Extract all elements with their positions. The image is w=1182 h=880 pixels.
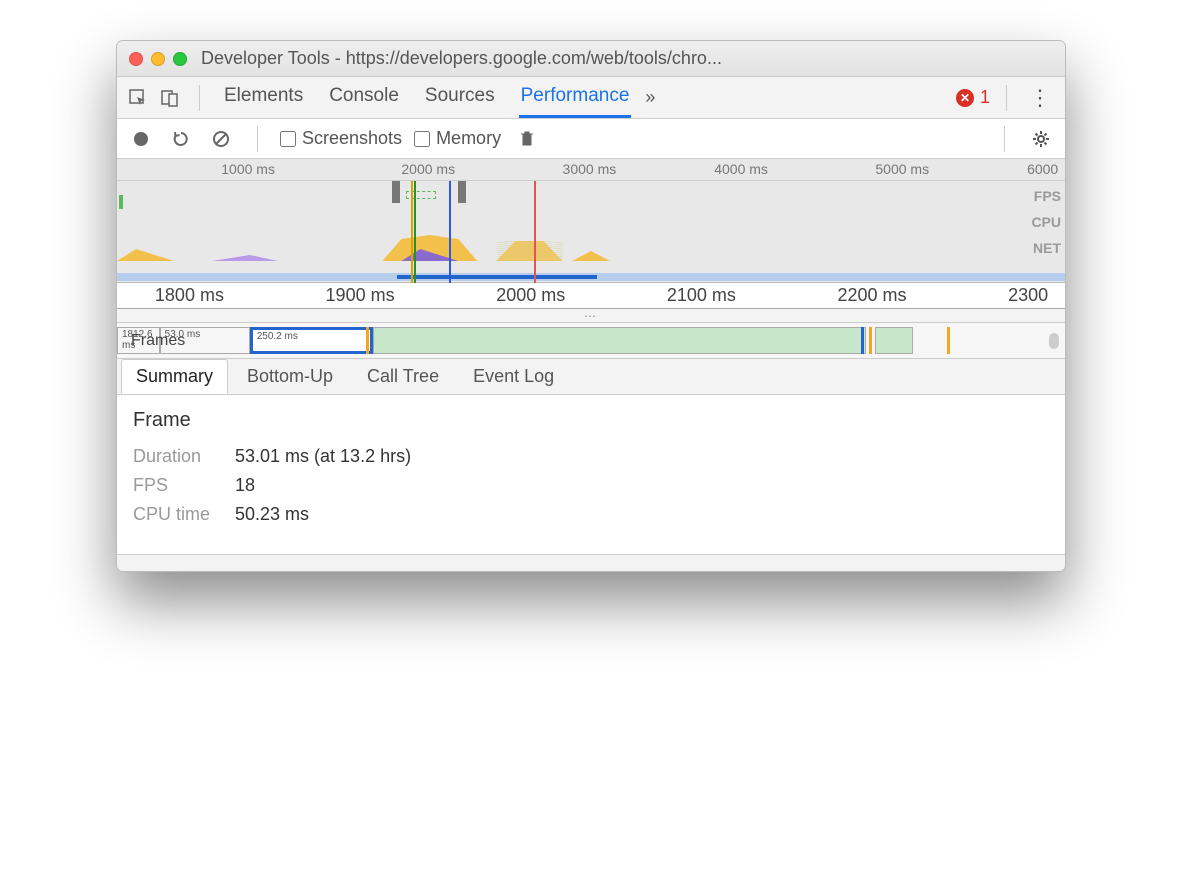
- titlebar: Developer Tools - https://developers.goo…: [117, 41, 1065, 77]
- frames-track[interactable]: 1812.6 ms53.0 ms250.2 ms: [117, 327, 1065, 354]
- marker-green: [414, 181, 416, 283]
- performance-toolbar: Screenshots Memory: [117, 119, 1065, 159]
- marker-blue: [449, 181, 451, 283]
- tab-console[interactable]: Console: [327, 77, 401, 118]
- fps-bar: [119, 195, 123, 209]
- overview-row-labels: FPS CPU NET: [1031, 183, 1061, 261]
- summary-value: 18: [235, 475, 255, 496]
- clear-button[interactable]: [207, 125, 235, 153]
- separator: [199, 85, 200, 111]
- footer-strip: [117, 555, 1065, 571]
- overview-ruler[interactable]: 1000 ms 2000 ms 3000 ms 4000 ms 5000 ms 6000: [117, 159, 1065, 181]
- detail-tick: 2300: [1008, 285, 1048, 306]
- overview-timeline[interactable]: 1000 ms 2000 ms 3000 ms 4000 ms 5000 ms 6000: [117, 159, 1065, 283]
- window-controls: [129, 52, 187, 66]
- frames-label: Frames: [131, 332, 185, 350]
- subtab-summary[interactable]: Summary: [121, 359, 228, 394]
- devtools-window: Developer Tools - https://developers.goo…: [116, 40, 1066, 572]
- summary-row: CPU time 50.23 ms: [133, 504, 1049, 525]
- summary-value: 50.23 ms: [235, 504, 309, 525]
- separator: [257, 126, 258, 152]
- summary-value: 53.01 ms (at 13.2 hrs): [235, 446, 411, 467]
- error-count: 1: [980, 87, 990, 108]
- fps-label: FPS: [1031, 183, 1061, 209]
- tabs-overflow-icon[interactable]: »: [645, 87, 655, 108]
- overview-body[interactable]: FPS CPU NET: [117, 181, 1065, 283]
- frame-block[interactable]: 250.2 ms: [250, 327, 373, 354]
- marker-yellow: [411, 181, 413, 283]
- summary-pane: Frame Duration 53.01 ms (at 13.2 hrs) FPS 1…: [117, 395, 1065, 555]
- expand-handle[interactable]: ⋯: [117, 309, 1065, 323]
- minimize-icon[interactable]: [151, 52, 165, 66]
- separator: [1004, 126, 1005, 152]
- detail-tick: 1800 ms: [155, 285, 224, 306]
- frame-marker: [947, 327, 950, 354]
- overview-tick: 6000: [1027, 161, 1058, 177]
- device-toggle-icon[interactable]: [157, 85, 183, 111]
- panel-tabs: Elements Console Sources Performance: [216, 77, 631, 118]
- detail-tick: 2200 ms: [837, 285, 906, 306]
- reload-button[interactable]: [167, 125, 195, 153]
- more-menu-icon[interactable]: ⋮: [1023, 85, 1057, 111]
- memory-label: Memory: [436, 128, 501, 149]
- memory-checkbox[interactable]: Memory: [414, 128, 501, 149]
- error-counter[interactable]: ✕ 1: [956, 87, 990, 108]
- record-button[interactable]: [127, 125, 155, 153]
- frame-block[interactable]: [373, 327, 866, 354]
- frame-marker: [366, 327, 369, 354]
- capture-settings-button[interactable]: [1027, 125, 1055, 153]
- details-tabs: Summary Bottom-Up Call Tree Event Log: [117, 359, 1065, 395]
- summary-row: FPS 18: [133, 475, 1049, 496]
- subtab-event-log[interactable]: Event Log: [458, 359, 569, 394]
- cursor-line: [534, 181, 536, 283]
- frames-row[interactable]: Frames 1812.6 ms53.0 ms250.2 ms: [117, 323, 1065, 359]
- detail-tick: 1900 ms: [326, 285, 395, 306]
- close-icon[interactable]: [129, 52, 143, 66]
- overview-tick: 5000 ms: [875, 161, 929, 177]
- tab-sources[interactable]: Sources: [423, 77, 497, 118]
- cpu-label: CPU: [1031, 209, 1061, 235]
- frame-duration-label: 250.2 ms: [257, 331, 298, 342]
- vertical-scrollbar[interactable]: [1049, 333, 1059, 349]
- frame-marker: [861, 327, 864, 354]
- garbage-collect-button[interactable]: [513, 125, 541, 153]
- screenshots-checkbox[interactable]: Screenshots: [280, 128, 402, 149]
- tab-performance[interactable]: Performance: [519, 77, 632, 118]
- summary-key: Duration: [133, 446, 223, 467]
- screenshots-label: Screenshots: [302, 128, 402, 149]
- window-title: Developer Tools - https://developers.goo…: [201, 48, 722, 69]
- summary-title: Frame: [133, 409, 1049, 432]
- selection-handle-left[interactable]: [392, 181, 400, 203]
- summary-key: FPS: [133, 475, 223, 496]
- separator: [1006, 85, 1007, 111]
- cpu-chart: [117, 231, 1065, 261]
- subtab-call-tree[interactable]: Call Tree: [352, 359, 454, 394]
- net-chart: [117, 273, 1065, 281]
- overview-tick: 1000 ms: [221, 161, 275, 177]
- error-icon: ✕: [956, 89, 974, 107]
- memory-input[interactable]: [414, 131, 430, 147]
- summary-row: Duration 53.01 ms (at 13.2 hrs): [133, 446, 1049, 467]
- detail-tick: 2100 ms: [667, 285, 736, 306]
- zoom-icon[interactable]: [173, 52, 187, 66]
- frame-marker: [869, 327, 872, 354]
- selection-handle-right[interactable]: [458, 181, 466, 203]
- tab-elements[interactable]: Elements: [222, 77, 305, 118]
- detail-ruler[interactable]: 1800 ms 1900 ms 2000 ms 2100 ms 2200 ms 2300: [117, 283, 1065, 309]
- net-label: NET: [1031, 235, 1061, 261]
- summary-key: CPU time: [133, 504, 223, 525]
- overview-tick: 4000 ms: [714, 161, 768, 177]
- main-tabbar: Elements Console Sources Performance » ✕…: [117, 77, 1065, 119]
- detail-tick: 2000 ms: [496, 285, 565, 306]
- screenshots-input[interactable]: [280, 131, 296, 147]
- frame-block[interactable]: [875, 327, 913, 354]
- overview-tick: 3000 ms: [563, 161, 617, 177]
- inspect-icon[interactable]: [125, 85, 151, 111]
- overview-tick: 2000 ms: [401, 161, 455, 177]
- subtab-bottom-up[interactable]: Bottom-Up: [232, 359, 348, 394]
